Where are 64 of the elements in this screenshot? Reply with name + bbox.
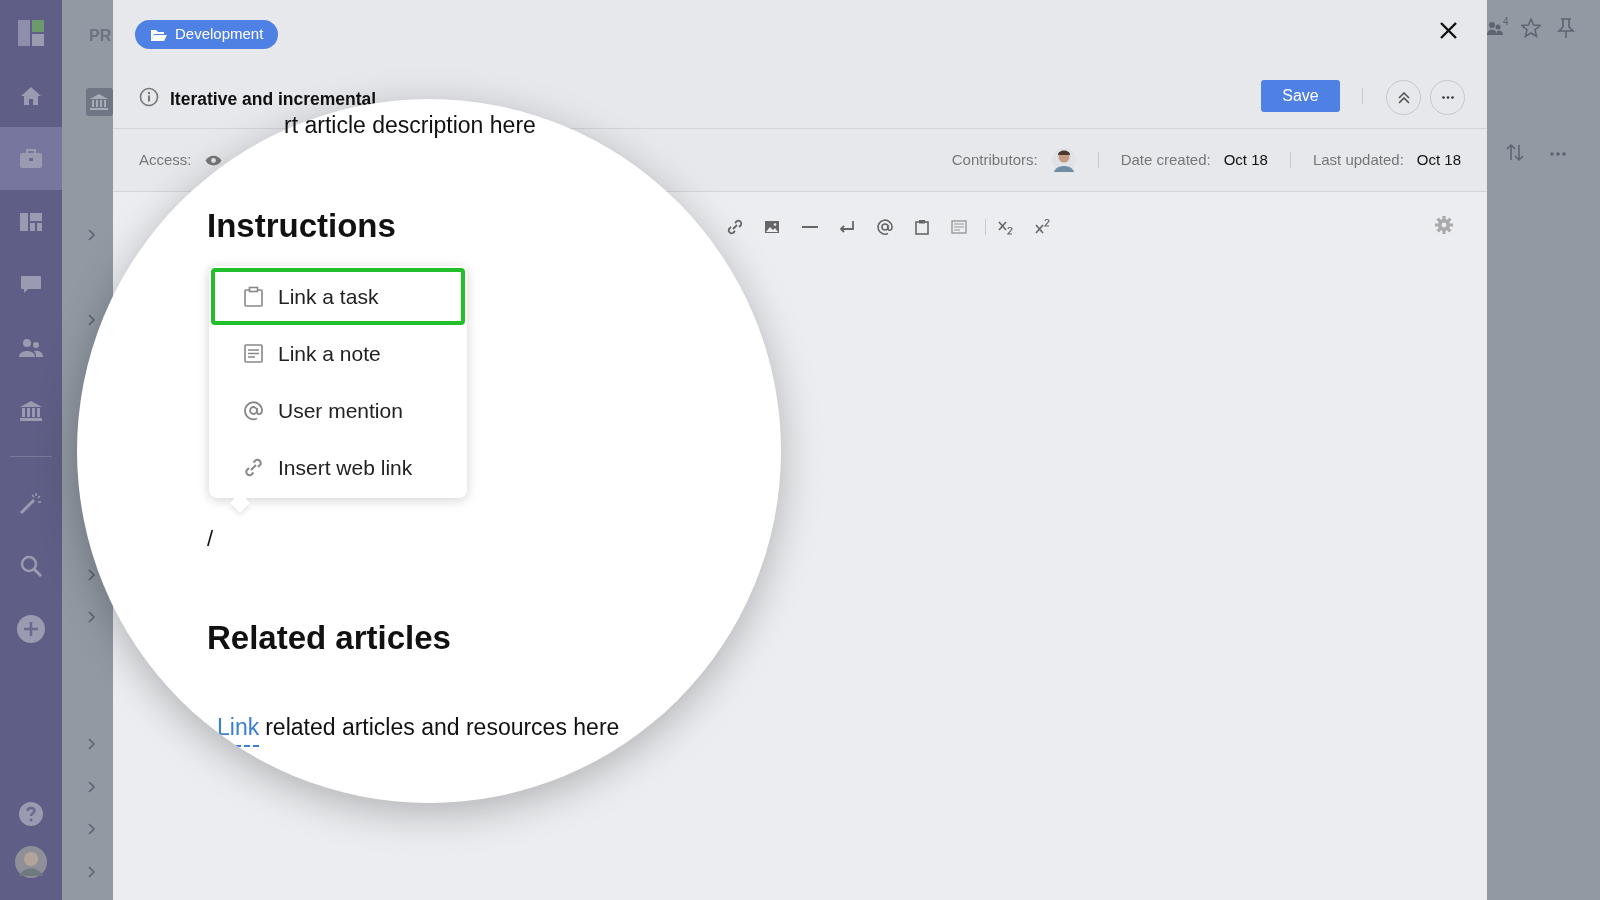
settings-icon[interactable] — [1435, 216, 1453, 234]
sidebar-item[interactable] — [0, 127, 62, 190]
menu-item[interactable]: Link a note — [211, 325, 465, 382]
bank-icon — [19, 399, 43, 422]
sort-icon[interactable] — [1506, 144, 1524, 161]
chevron-right-icon[interactable] — [88, 781, 96, 793]
bank-icon — [86, 88, 113, 116]
clipboard-icon — [243, 286, 264, 307]
add-icon — [17, 614, 45, 643]
chat-icon — [20, 274, 42, 295]
clipboard-icon[interactable] — [913, 218, 931, 236]
superscript-icon[interactable] — [1034, 218, 1052, 236]
article-title: Iterative and incremental — [170, 88, 377, 111]
at-sign-icon — [243, 400, 264, 421]
magic-wand-icon — [19, 490, 43, 515]
eye-icon — [204, 154, 222, 166]
slash-text: / — [207, 525, 214, 553]
related-link[interactable]: Link — [217, 710, 260, 747]
chevron-right-icon[interactable] — [88, 569, 96, 581]
section-heading: Instructions — [207, 206, 396, 246]
section-heading: Related articles — [207, 618, 451, 658]
chevron-right-icon[interactable] — [88, 229, 96, 241]
last-updated-label: Last updated: — [1312, 149, 1404, 170]
menu-item[interactable]: Insert web link — [211, 439, 465, 496]
access-label: Access: — [139, 149, 192, 170]
chevron-right-icon[interactable] — [88, 314, 96, 326]
image-icon[interactable] — [763, 218, 781, 236]
save-button[interactable]: Save — [1261, 80, 1340, 112]
pin-icon[interactable] — [1557, 18, 1575, 38]
date-created-value: Oct 18 — [1223, 149, 1268, 170]
search-icon — [20, 554, 42, 577]
description-text: rt article description here — [284, 111, 536, 140]
more-icon[interactable] — [1550, 152, 1566, 156]
star-icon[interactable] — [1521, 18, 1541, 38]
info-icon — [139, 87, 159, 107]
at-sign-icon[interactable] — [876, 218, 894, 236]
note-icon[interactable] — [950, 218, 968, 236]
help-icon[interactable] — [19, 802, 43, 826]
folder-icon — [150, 27, 167, 42]
link-icon[interactable] — [726, 218, 744, 236]
people-icon — [19, 337, 43, 358]
menu-item[interactable]: Link a task — [211, 268, 465, 325]
folder-tag[interactable]: Development — [135, 20, 279, 49]
briefcase-icon — [19, 148, 43, 169]
people-icon[interactable] — [1487, 20, 1503, 36]
chevron-right-icon[interactable] — [88, 738, 96, 750]
related-text: related articles and resources here — [265, 713, 620, 742]
more-icon — [1441, 96, 1454, 99]
chevron-right-icon[interactable] — [88, 611, 96, 623]
close-icon[interactable] — [1440, 22, 1457, 39]
user-avatar[interactable] — [15, 846, 47, 878]
home-icon — [20, 85, 42, 106]
last-updated-value: Oct 18 — [1416, 149, 1461, 170]
board-icon — [19, 211, 43, 232]
link-icon — [243, 457, 264, 478]
contributor-avatar[interactable] — [1051, 147, 1076, 173]
chevron-right-icon[interactable] — [88, 823, 96, 835]
note-icon — [243, 343, 264, 364]
chevron-right-icon[interactable] — [88, 866, 96, 878]
double-chevron-up-icon — [1397, 91, 1410, 104]
contributors-label: Contributors: — [951, 149, 1038, 170]
menu-item[interactable]: User mention — [211, 382, 465, 439]
app-logo-icon[interactable] — [18, 20, 44, 46]
date-created-label: Date created: — [1120, 149, 1211, 170]
